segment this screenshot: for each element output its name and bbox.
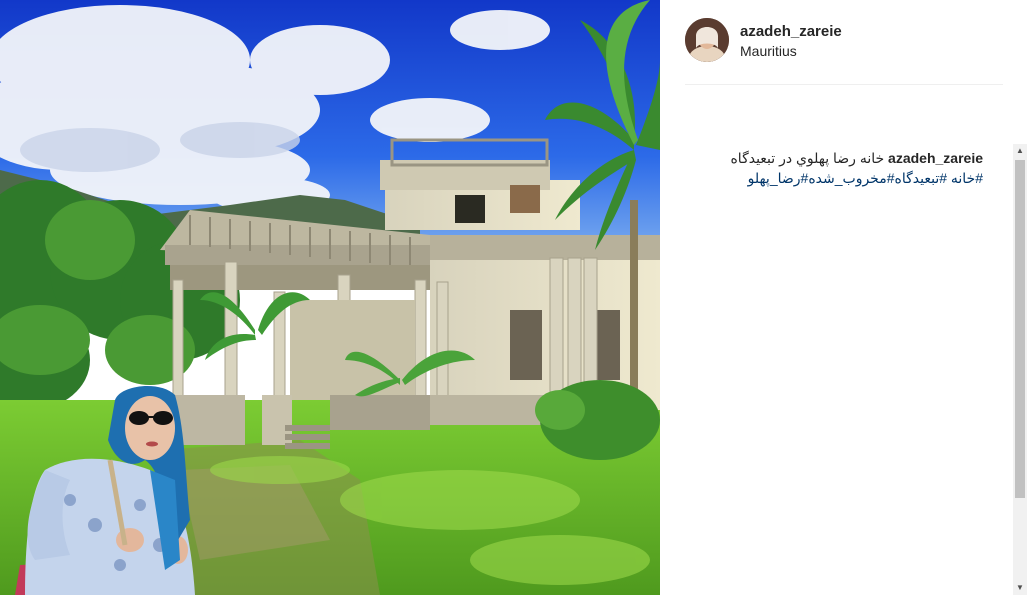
post-photo[interactable]: [0, 0, 660, 595]
post-caption: azadeh_zareie خانه رضا پهلوي در تبعيدگاه…: [685, 148, 983, 188]
avatar-image: [685, 18, 729, 62]
house-photo-image: [0, 0, 660, 595]
caption-text: خانه رضا پهلوي در تبعيدگاه: [730, 150, 885, 166]
scroll-down-icon[interactable]: ▼: [1013, 581, 1027, 595]
hashtag-link[interactable]: #خانه: [951, 170, 983, 186]
location-link[interactable]: Mauritius: [740, 43, 797, 59]
avatar[interactable]: [685, 18, 729, 62]
scrollbar-thumb[interactable]: [1015, 160, 1025, 498]
username-link[interactable]: azadeh_zareie: [740, 23, 842, 40]
post-side-panel: azadeh_zareie Mauritius azadeh_zareie خا…: [661, 0, 1027, 595]
scroll-up-icon[interactable]: ▲: [1013, 144, 1027, 158]
comments-scrollbar[interactable]: ▲ ▼: [1013, 144, 1027, 595]
hashtag-link[interactable]: #تبعیدگاه: [895, 170, 948, 186]
hashtag-link[interactable]: #مخروب_شده: [808, 170, 894, 186]
hashtag-link[interactable]: #رضا_پهلو: [748, 170, 809, 186]
post-header: azadeh_zareie Mauritius: [685, 18, 1001, 64]
caption-username-link[interactable]: azadeh_zareie: [888, 150, 983, 166]
header-divider: [685, 84, 1003, 85]
